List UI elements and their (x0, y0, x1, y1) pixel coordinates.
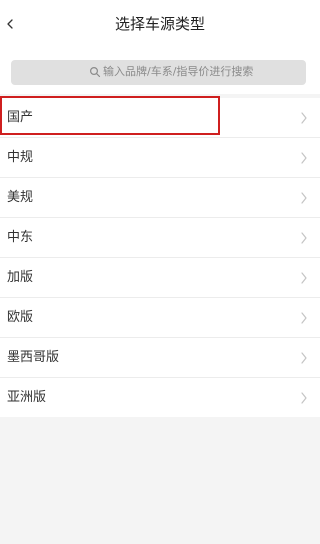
list-item-ouban[interactable]: 欧版 (0, 298, 320, 338)
chevron-right-icon (301, 312, 307, 324)
header-bar: 选择车源类型 (0, 0, 320, 48)
chevron-right-icon (301, 192, 307, 204)
list-item-label: 中东 (7, 230, 34, 245)
list-item-label: 欧版 (7, 310, 34, 325)
search-icon (89, 66, 101, 78)
list-item-label: 中规 (7, 150, 34, 165)
chevron-right-icon (301, 232, 307, 244)
chevron-right-icon (301, 112, 307, 124)
list-item-label: 墨西哥版 (7, 350, 60, 365)
list-item-zhongdong[interactable]: 中东 (0, 218, 320, 258)
list-item-guochan[interactable]: 国产 (0, 98, 320, 138)
page-title: 选择车源类型 (114, 15, 205, 33)
list-item-label: 美规 (7, 190, 34, 205)
list-item-yazhouban[interactable]: 亚洲版 (0, 378, 320, 417)
search-container: 输入品牌/车系/指导价进行搜索 (0, 48, 320, 94)
list-item-zhonggui[interactable]: 中规 (0, 138, 320, 178)
chevron-right-icon (301, 352, 307, 364)
list-item-meigui[interactable]: 美规 (0, 178, 320, 218)
chevron-right-icon (301, 152, 307, 164)
chevron-right-icon (301, 272, 307, 284)
search-placeholder: 输入品牌/车系/指导价进行搜索 (103, 65, 254, 78)
chevron-right-icon (301, 392, 307, 404)
list-item-label: 加版 (7, 270, 34, 285)
search-input[interactable]: 输入品牌/车系/指导价进行搜索 (11, 60, 306, 85)
list-item-label: 国产 (7, 110, 34, 125)
list-item-moxigeban[interactable]: 墨西哥版 (0, 338, 320, 378)
list-item-jiaban[interactable]: 加版 (0, 258, 320, 298)
list-item-label: 亚洲版 (7, 390, 47, 405)
category-list: 国产 中规 美规 中东 加版 欧版 墨西哥版 亚洲版 (0, 98, 320, 417)
